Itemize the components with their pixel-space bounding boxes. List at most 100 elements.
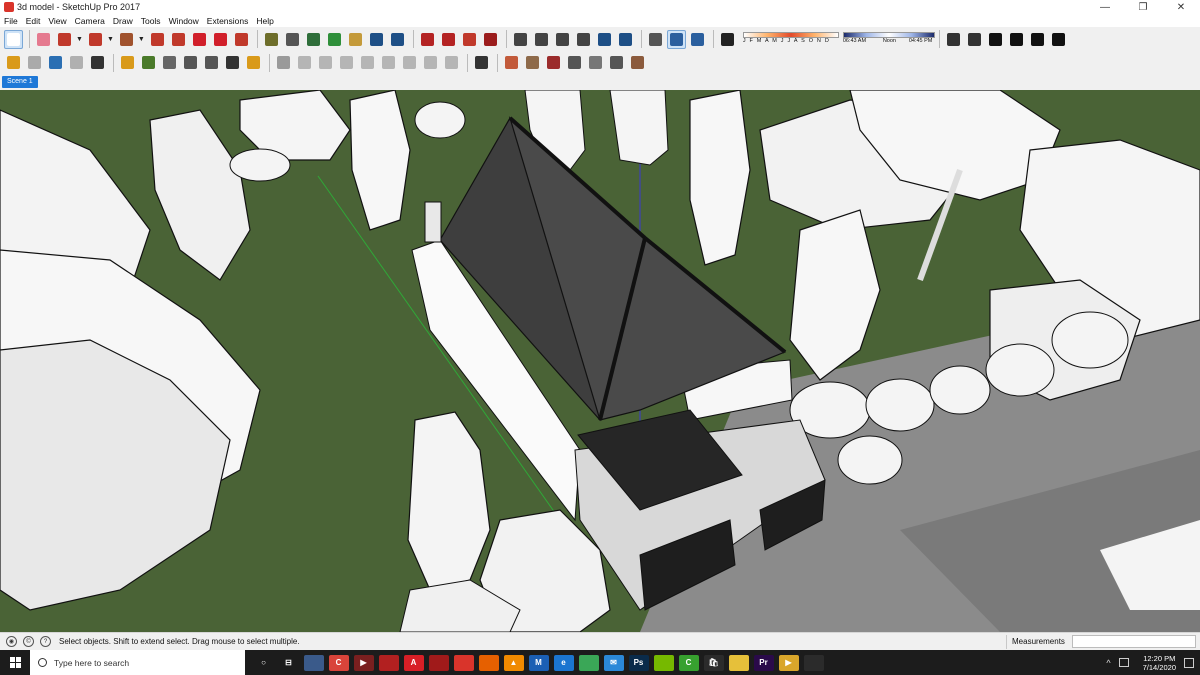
task-view-icon[interactable]: ⊟ <box>278 654 299 671</box>
export-button[interactable] <box>67 53 86 72</box>
print-button[interactable] <box>46 53 65 72</box>
zoom-extents-button[interactable] <box>388 30 407 49</box>
hidden-line-button[interactable] <box>1007 30 1026 49</box>
pan-button[interactable] <box>346 30 365 49</box>
dropdown-caret-icon[interactable]: ▼ <box>138 36 145 43</box>
acrobat-icon[interactable]: A <box>403 654 424 671</box>
warehouse-button[interactable] <box>418 30 437 49</box>
follow-me-button[interactable] <box>169 30 188 49</box>
help-status-icon[interactable]: ? <box>40 636 51 647</box>
arc-button[interactable] <box>86 30 105 49</box>
premiere-icon[interactable]: Pr <box>753 654 774 671</box>
top-view-button[interactable] <box>532 30 551 49</box>
line-pencil-button[interactable] <box>55 30 74 49</box>
stamp-button[interactable] <box>607 53 626 72</box>
cortana-icon[interactable]: ○ <box>253 654 274 671</box>
vlc-icon[interactable]: ▲ <box>503 654 524 671</box>
restore-button[interactable]: ❐ <box>1124 0 1162 14</box>
start-button[interactable] <box>0 650 30 675</box>
clock[interactable]: 12:20 PM 7/14/2020 <box>1143 654 1176 672</box>
terrain-button[interactable] <box>139 53 158 72</box>
red-app-icon[interactable] <box>428 654 449 671</box>
credits-status-icon[interactable]: © <box>23 636 34 647</box>
refresh-button[interactable] <box>25 53 44 72</box>
front-view-button[interactable] <box>553 30 572 49</box>
eraser-button[interactable] <box>34 30 53 49</box>
edge-icon[interactable]: e <box>553 654 574 671</box>
rectangle-button[interactable] <box>117 30 136 49</box>
shadow-toggle-button[interactable] <box>718 30 737 49</box>
menu-extensions[interactable]: Extensions <box>207 16 249 26</box>
drape-button[interactable] <box>628 53 647 72</box>
hand-button[interactable] <box>586 53 605 72</box>
pdf-tool-icon[interactable] <box>378 654 399 671</box>
orbit-button[interactable] <box>325 30 344 49</box>
menu-help[interactable]: Help <box>256 16 273 26</box>
menu-draw[interactable]: Draw <box>113 16 133 26</box>
dim-icon-7-button[interactable] <box>400 53 419 72</box>
dropdown-caret-icon[interactable]: ▼ <box>107 36 114 43</box>
notifications-icon[interactable] <box>1184 657 1194 668</box>
globe-button[interactable] <box>472 53 491 72</box>
shaded-button[interactable] <box>1049 30 1068 49</box>
add-location-button[interactable] <box>544 53 563 72</box>
menu-camera[interactable]: Camera <box>75 16 105 26</box>
malwarebytes-icon[interactable]: M <box>528 654 549 671</box>
geo-location-status-icon[interactable]: ◉ <box>6 636 17 647</box>
sound-button[interactable] <box>181 53 200 72</box>
rotate-button[interactable] <box>211 30 230 49</box>
mail-icon[interactable]: ✉ <box>603 654 624 671</box>
minimize-button[interactable]: — <box>1086 0 1124 14</box>
sketchup-task-icon[interactable] <box>453 654 474 671</box>
dim-icon-2-button[interactable] <box>295 53 314 72</box>
paint-bucket-button[interactable] <box>304 30 323 49</box>
iso-view-button[interactable] <box>511 30 530 49</box>
ccleaner-icon[interactable]: C <box>328 654 349 671</box>
taskbar-search[interactable]: Type here to search <box>30 650 245 675</box>
files-icon[interactable] <box>728 654 749 671</box>
photoshop-icon[interactable]: Ps <box>628 654 649 671</box>
info-button[interactable] <box>244 53 263 72</box>
section-display-button[interactable] <box>688 30 707 49</box>
touch-keyboard-icon[interactable] <box>1118 658 1129 667</box>
back-view-button[interactable] <box>595 30 614 49</box>
tape-measure-button[interactable] <box>262 30 281 49</box>
move-button[interactable] <box>190 30 209 49</box>
store-icon[interactable]: 🛍 <box>703 654 724 671</box>
left-view-button[interactable] <box>616 30 635 49</box>
geo-location-button[interactable] <box>502 53 521 72</box>
extension-warehouse-button[interactable] <box>481 30 500 49</box>
video-app-icon[interactable]: ▶ <box>353 654 374 671</box>
home-outline-button[interactable] <box>1028 30 1047 49</box>
nvidia-icon[interactable] <box>653 654 674 671</box>
dropdown-caret-icon[interactable]: ▼ <box>76 36 83 43</box>
components-button[interactable] <box>460 30 479 49</box>
shadow-date-slider[interactable]: J F M A M J J A S O N D <box>742 30 839 48</box>
media-player-icon[interactable]: ▶ <box>778 654 799 671</box>
push-pull-button[interactable] <box>148 30 167 49</box>
chat-button[interactable] <box>223 53 242 72</box>
scene-tab-1[interactable]: Scene 1 <box>2 76 38 88</box>
styles-xray-button[interactable] <box>944 30 963 49</box>
select-button[interactable] <box>4 29 23 49</box>
firefox-icon[interactable] <box>478 654 499 671</box>
measurements-input[interactable] <box>1072 635 1196 648</box>
paint-icon[interactable] <box>803 654 824 671</box>
menu-view[interactable]: View <box>48 16 66 26</box>
share-model-button[interactable] <box>439 30 458 49</box>
axes-button[interactable] <box>646 30 665 49</box>
dim-icon-6-button[interactable] <box>379 53 398 72</box>
zoom-button[interactable] <box>367 30 386 49</box>
tray-expand-icon[interactable]: ^ <box>1106 658 1110 668</box>
section-plane-button[interactable] <box>666 29 686 49</box>
dim-icon-9-button[interactable] <box>442 53 461 72</box>
camera-app-icon[interactable] <box>303 654 324 671</box>
model-viewport[interactable] <box>0 90 1200 632</box>
menu-file[interactable]: File <box>4 16 18 26</box>
dim-icon-3-button[interactable] <box>316 53 335 72</box>
camtasia-icon[interactable]: C <box>678 654 699 671</box>
solid-tools-button[interactable] <box>118 53 137 72</box>
dim-icon-1-button[interactable] <box>274 53 293 72</box>
sandbox-button[interactable] <box>4 53 23 72</box>
dim-icon-8-button[interactable] <box>421 53 440 72</box>
